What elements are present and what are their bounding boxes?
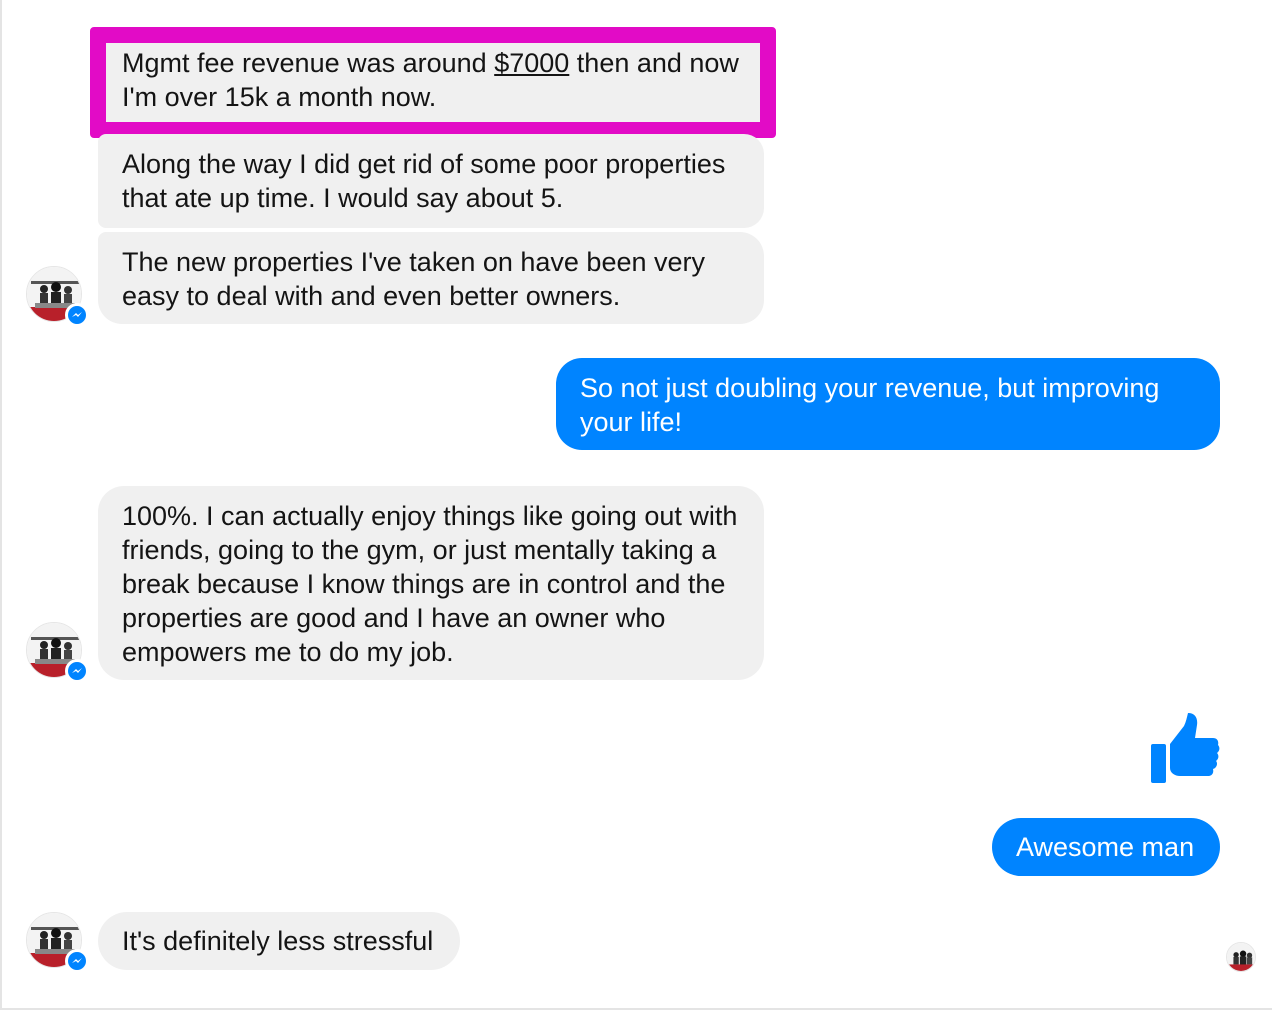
- messenger-badge-icon: [65, 303, 89, 327]
- message-bubble-incoming: The new properties I've taken on have be…: [98, 232, 764, 324]
- message-bubble-outgoing: Awesome man: [992, 818, 1220, 876]
- message-bubble-incoming: It's definitely less stressful: [98, 912, 460, 970]
- thumbs-up-icon: [1150, 712, 1220, 784]
- messenger-badge-icon: [65, 659, 89, 683]
- message-text: 100%. I can actually enjoy things like g…: [122, 501, 738, 667]
- message-text: Awesome man: [1016, 832, 1195, 862]
- message-text: Along the way I did get rid of some poor…: [122, 149, 726, 213]
- message-bubble-incoming: 100%. I can actually enjoy things like g…: [98, 486, 764, 680]
- highlight-box: [90, 27, 776, 138]
- message-bubble-incoming: Along the way I did get rid of some poor…: [98, 134, 764, 228]
- message-text: So not just doubling your revenue, but i…: [580, 373, 1160, 437]
- message-text: It's definitely less stressful: [122, 926, 434, 956]
- seen-avatar: [1226, 942, 1256, 972]
- message-text: The new properties I've taken on have be…: [122, 247, 706, 311]
- message-bubble-outgoing: So not just doubling your revenue, but i…: [556, 358, 1220, 450]
- messenger-badge-icon: [65, 949, 89, 973]
